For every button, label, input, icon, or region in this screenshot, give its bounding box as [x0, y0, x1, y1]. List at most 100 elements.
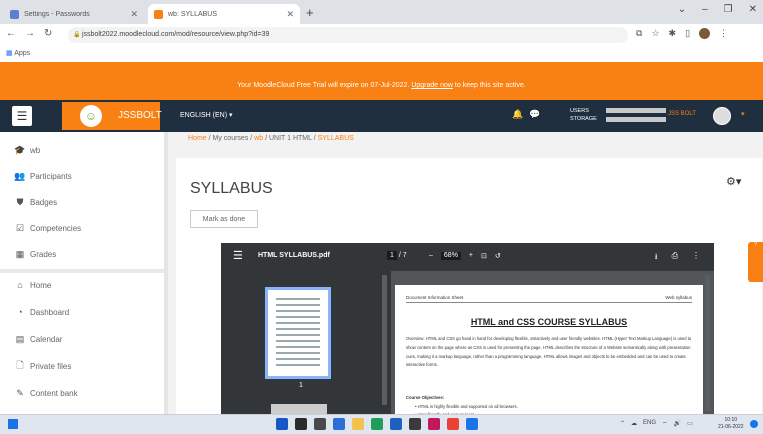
sidebar-item-participants[interactable]: 👥 Participants [14, 168, 71, 184]
sidepanel-icon[interactable]: ▯ [685, 28, 690, 39]
drawer-toggle-button[interactable]: ☰ [12, 106, 32, 126]
close-tab-icon[interactable]: ✕ [286, 9, 294, 20]
pdf-scrollbar[interactable] [705, 275, 710, 411]
address-bar-row: ← → ↻ 🔒 jssbolt2022.moodlecloud.com/mod/… [0, 24, 763, 47]
sidebar-item-dashboard[interactable]: ◔ Dashboard [14, 304, 69, 320]
back-icon[interactable]: ← [6, 28, 16, 39]
sidebar-item-home[interactable]: ⌂ Home [14, 277, 51, 293]
file-explorer-icon[interactable] [352, 418, 364, 430]
zoom-in-icon[interactable]: + [469, 252, 473, 260]
shield-icon: ⛊ [16, 196, 24, 207]
widgets-icon[interactable] [333, 418, 345, 430]
user-avatar[interactable] [713, 107, 731, 125]
cloud-icon[interactable]: ☁ [631, 420, 637, 428]
home-icon: ⌂ [17, 280, 23, 290]
breadcrumb-home[interactable]: Home [188, 135, 207, 142]
time: 10:10 [724, 417, 738, 423]
help-tab[interactable]: ? [748, 242, 763, 282]
more-icon[interactable]: ⋮ [719, 28, 728, 39]
zoom-out-icon[interactable]: – [429, 252, 433, 260]
language-menu[interactable]: ENGLISH (EN) ▾ [180, 111, 233, 119]
media-icon[interactable] [409, 418, 421, 430]
browser-tab-syllabus[interactable]: wb: SYLLABUS ✕ [148, 4, 300, 24]
sidebar-item-label: Private files [30, 361, 72, 371]
breadcrumb-current[interactable]: SYLLABUS [318, 135, 354, 142]
start-button-icon[interactable] [8, 419, 18, 429]
breadcrumb-course[interactable]: wb [254, 135, 263, 142]
moodle-favicon-icon [154, 9, 163, 19]
app-icon[interactable] [428, 418, 440, 430]
chevron-down-icon[interactable]: ⌄ [678, 4, 686, 15]
sidebar-item-badges[interactable]: ⛊ Badges [14, 194, 58, 210]
pdf-page-indicator: 1 / 7 [387, 251, 407, 260]
volume-icon[interactable]: 🔊 [674, 420, 681, 428]
dashboard-icon: ◔ [17, 307, 23, 317]
reload-icon[interactable]: ↻ [44, 28, 52, 39]
page-thumbnail[interactable] [265, 287, 331, 379]
edge-icon[interactable] [371, 418, 383, 430]
page-total: / 7 [398, 252, 407, 259]
users-icon: 👥 [14, 170, 26, 181]
wifi-icon[interactable]: ⌔ [662, 420, 668, 428]
thumbnail-scrollbar[interactable] [382, 275, 387, 405]
task-view-icon[interactable] [314, 418, 326, 430]
site-brand[interactable]: ☺ JSSBOLT [62, 102, 162, 130]
rotate-icon[interactable]: ↺ [495, 252, 501, 260]
pdf-menu-icon[interactable]: ☰ [233, 249, 243, 262]
messages-icon[interactable]: 💬 [529, 109, 540, 120]
sidebar-item-content-bank[interactable]: ✎ Content bank [14, 385, 77, 401]
window-controls: ⌄ – ❐ ✕ [678, 4, 757, 15]
clock[interactable]: 10:10 21-06-2022 [718, 417, 744, 431]
sidebar-item-label: Competencies [30, 223, 82, 233]
url-field[interactable]: 🔒 jssbolt2022.moodlecloud.com/mod/resour… [68, 27, 628, 43]
chevron-up-icon[interactable]: ⌃ [620, 420, 625, 428]
sidebar-item-competencies[interactable]: ☑ Competencies [14, 220, 81, 236]
sidebar-item-wb[interactable]: 🎓 wb [14, 142, 40, 158]
language-indicator[interactable]: ENG [643, 420, 656, 428]
navbar-icons: 🔔 💬 [512, 109, 540, 120]
user-menu-caret-icon[interactable]: ▾ [741, 110, 745, 118]
browser-tab-strip: Settings - Passwords ✕ wb: SYLLABUS ✕ + … [0, 0, 763, 24]
install-icon[interactable]: ⧉ [636, 28, 642, 39]
forward-icon[interactable]: → [25, 28, 35, 39]
sidebar-item-grades[interactable]: ▦ Grades [14, 246, 57, 262]
chrome-icon[interactable] [447, 418, 459, 430]
battery-icon[interactable]: ▭ [687, 420, 693, 428]
notification-icon[interactable] [750, 420, 758, 428]
doc-objectives-heading: Course Objectives: [406, 395, 445, 400]
lock-icon[interactable]: 🔒 [73, 27, 80, 43]
search-icon[interactable] [295, 418, 307, 430]
profile-avatar[interactable] [699, 28, 711, 39]
windows-icon[interactable] [276, 418, 288, 430]
nav-buttons: ← → ↻ [6, 28, 52, 39]
app-icon[interactable] [466, 418, 478, 430]
sidebar-item-private-files[interactable]: 🗋 Private files [14, 358, 71, 374]
close-tab-icon[interactable]: ✕ [130, 9, 138, 20]
star-icon[interactable]: ☆ [651, 28, 659, 39]
browser-tab-settings[interactable]: Settings - Passwords ✕ [4, 4, 144, 24]
notifications-bell-icon[interactable]: 🔔 [512, 109, 523, 120]
page-number-input[interactable]: 1 [387, 251, 397, 260]
breadcrumb-my-courses[interactable]: My courses [213, 135, 249, 142]
maximize-icon[interactable]: ❐ [724, 4, 733, 15]
word-icon[interactable] [390, 418, 402, 430]
zoom-value[interactable]: 68% [440, 252, 461, 260]
users-usage-bar [606, 108, 666, 113]
new-tab-button[interactable]: + [306, 5, 314, 20]
sidebar-item-calendar[interactable]: ▤ Calendar [14, 331, 63, 347]
user-name[interactable]: JSS BOLT [668, 111, 696, 117]
settings-favicon-icon [10, 9, 19, 19]
mark-as-done-button[interactable]: Mark as done [190, 210, 258, 228]
apps-bookmark[interactable]: ▦ Apps [6, 49, 30, 57]
print-icon[interactable]: ⎙ [672, 251, 678, 265]
fit-page-icon[interactable]: ⊡ [481, 252, 487, 260]
close-window-icon[interactable]: ✕ [749, 4, 757, 15]
extensions-icon[interactable]: ✱ [669, 28, 677, 39]
upgrade-link[interactable]: Upgrade now [411, 82, 453, 89]
more-options-icon[interactable]: ⋮ [692, 251, 700, 265]
download-icon[interactable]: ⭳ [655, 251, 658, 265]
gear-icon[interactable]: ⚙▾ [726, 175, 741, 188]
bookmarks-bar: ▦ Apps [0, 46, 763, 63]
minimize-icon[interactable]: – [702, 4, 708, 15]
breadcrumb-section[interactable]: UNIT 1 HTML [269, 135, 312, 142]
